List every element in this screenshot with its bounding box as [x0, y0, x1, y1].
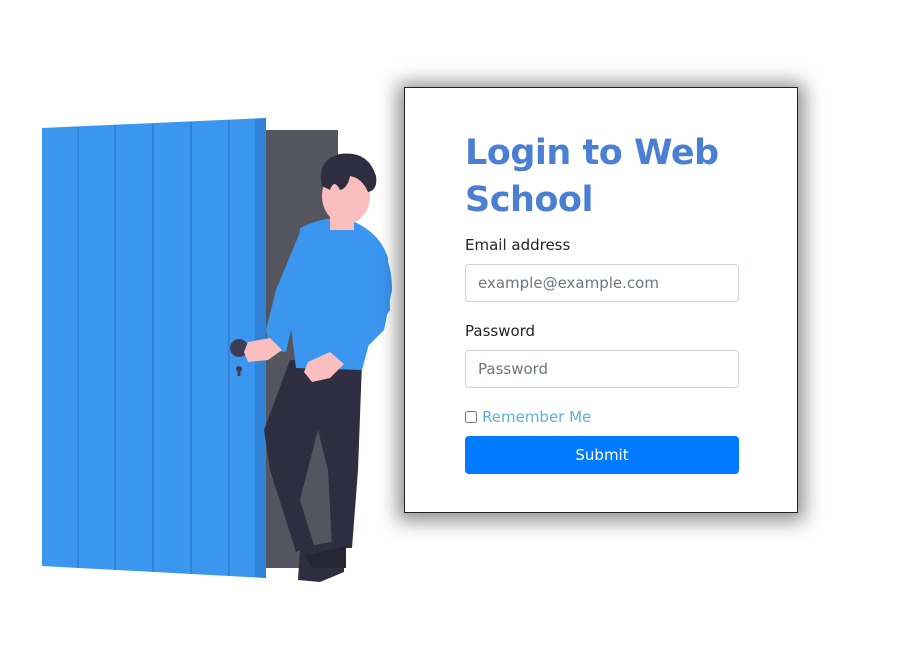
password-input[interactable] [465, 350, 739, 388]
login-title: Login to Web School [465, 133, 719, 220]
remember-me-checkbox[interactable] [465, 411, 477, 423]
login-page: Login to Web School Email address Passwo… [0, 0, 911, 663]
remember-me-row: Remember Me [465, 408, 591, 426]
submit-button[interactable]: Submit [465, 436, 739, 474]
login-card: Login to Web School Email address Passwo… [404, 87, 798, 513]
remember-me-label[interactable]: Remember Me [482, 408, 591, 426]
password-label: Password [465, 322, 536, 340]
email-label: Email address [465, 236, 571, 254]
email-input[interactable] [465, 264, 739, 302]
